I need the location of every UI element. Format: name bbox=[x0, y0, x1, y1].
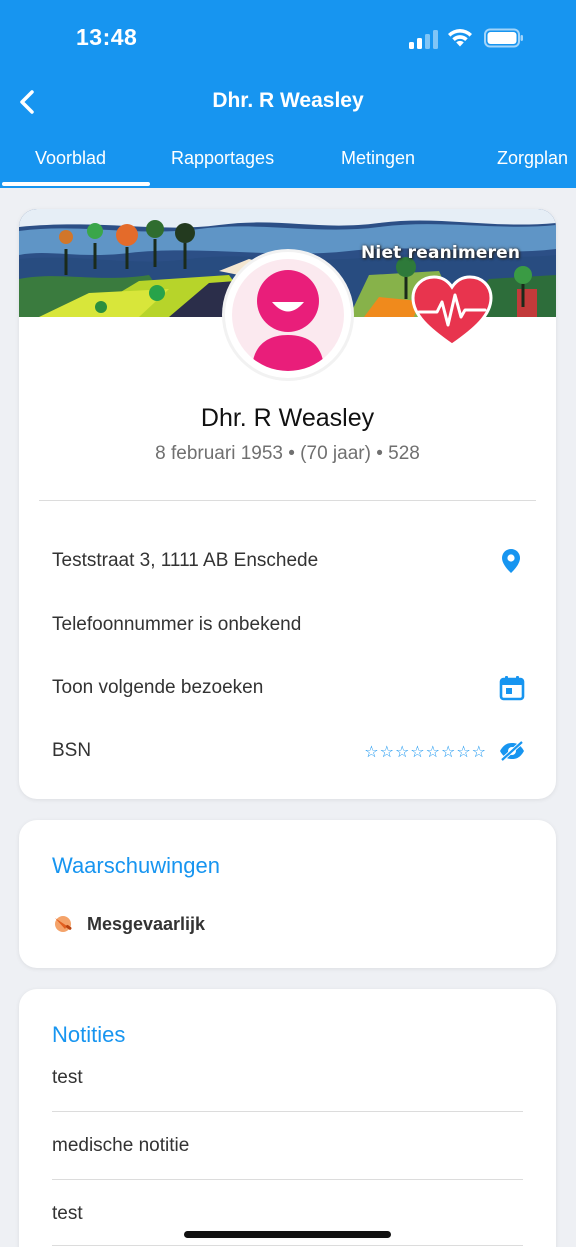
cellular-signal-icon bbox=[409, 29, 439, 49]
home-indicator[interactable] bbox=[184, 1231, 391, 1238]
note-item[interactable]: test bbox=[52, 1067, 523, 1089]
app-header: 13:48 Dhr. R Weasley Voorblad Rapportage… bbox=[0, 0, 576, 188]
battery-icon bbox=[484, 28, 523, 48]
warning-label: Mesgevaarlijk bbox=[87, 914, 206, 934]
address-row[interactable]: Teststraat 3, 1111 AB Enschede bbox=[52, 541, 525, 581]
navigation-bar: Dhr. R Weasley bbox=[0, 80, 576, 124]
note-item[interactable]: medische notitie bbox=[52, 1135, 523, 1157]
tab-zorgplan[interactable]: Zorgplan bbox=[497, 148, 568, 169]
calendar-icon[interactable] bbox=[499, 675, 525, 701]
phone-row: Telefoonnummer is onbekend bbox=[52, 605, 525, 645]
notes-card: Notities test medische notitie test bbox=[19, 989, 556, 1247]
divider bbox=[52, 1111, 523, 1112]
person-icon bbox=[252, 270, 324, 371]
eye-slash-icon[interactable] bbox=[499, 741, 525, 761]
tab-voorblad[interactable]: Voorblad bbox=[35, 148, 106, 169]
bsn-masked-value: ☆☆☆☆☆☆☆☆ bbox=[364, 744, 487, 761]
tab-metingen[interactable]: Metingen bbox=[341, 148, 415, 169]
address-text: Teststraat 3, 1111 AB Enschede bbox=[52, 550, 319, 571]
visits-row[interactable]: Toon volgende bezoeken bbox=[52, 668, 525, 708]
visits-text: Toon volgende bezoeken bbox=[52, 677, 264, 698]
dnr-label: Niet reanimeren bbox=[361, 243, 521, 263]
patient-meta: 8 februari 1953 • (70 jaar) • 528 bbox=[155, 443, 420, 464]
heart-pulse-icon bbox=[411, 275, 493, 347]
page-title: Dhr. R Weasley bbox=[212, 89, 364, 112]
tab-rapportages[interactable]: Rapportages bbox=[171, 148, 274, 169]
location-pin-icon[interactable] bbox=[501, 548, 521, 574]
bsn-label: BSN bbox=[52, 740, 92, 761]
status-bar: 13:48 bbox=[0, 0, 576, 78]
divider bbox=[52, 1179, 523, 1180]
status-time: 13:48 bbox=[76, 24, 138, 50]
phone-text: Telefoonnummer is onbekend bbox=[52, 614, 302, 635]
patient-name: Dhr. R Weasley bbox=[200, 404, 375, 432]
bsn-row: BSN ☆☆☆☆☆☆☆☆ bbox=[52, 731, 525, 771]
wifi-icon bbox=[448, 29, 472, 47]
note-item[interactable]: test bbox=[52, 1203, 523, 1225]
divider bbox=[39, 500, 536, 501]
profile-card: Niet reanimeren Dhr. R Weasley 8 februar… bbox=[19, 209, 556, 799]
active-tab-indicator bbox=[2, 182, 150, 186]
tab-bar: Voorblad Rapportages Metingen Zorgplan bbox=[0, 140, 576, 188]
divider bbox=[52, 1245, 523, 1246]
warnings-title: Waarschuwingen bbox=[52, 853, 220, 878]
notes-title: Notities bbox=[52, 1022, 126, 1047]
knife-icon bbox=[55, 916, 72, 932]
warnings-card: Waarschuwingen Mesgevaarlijk bbox=[19, 820, 556, 968]
avatar[interactable] bbox=[225, 252, 351, 378]
